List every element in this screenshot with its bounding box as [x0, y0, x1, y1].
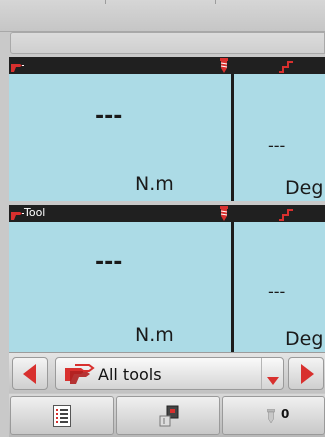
- angle-cell: --- Deg: [234, 74, 325, 201]
- angle-cell: --- Deg: [234, 222, 325, 352]
- chevron-down-icon: [267, 370, 279, 389]
- sub-bar: [10, 32, 325, 54]
- next-tool-button[interactable]: [288, 357, 324, 390]
- previous-tool-button[interactable]: [12, 357, 48, 390]
- top-bar-divider: [215, 0, 216, 4]
- top-bar: [0, 0, 325, 32]
- tool-dropdown-label: All tools: [98, 365, 162, 384]
- results-list-button[interactable]: [10, 396, 114, 435]
- tool-dropdown[interactable]: All tools: [55, 357, 284, 390]
- controller-icon: [159, 405, 179, 431]
- tool-panel-2[interactable]: Tool --- N.m --- Deg: [9, 205, 325, 352]
- torque-value: ---: [95, 250, 123, 275]
- torque-value: ---: [95, 104, 123, 129]
- bottom-toolbar: 0: [9, 394, 325, 437]
- angle-value: ---: [268, 136, 286, 155]
- panel-header: [9, 57, 325, 74]
- screw-count: 0: [281, 407, 290, 421]
- angle-value: ---: [268, 282, 286, 301]
- screw-icon: [267, 408, 275, 427]
- torque-unit: N.m: [135, 324, 174, 346]
- tool-label: Tool: [24, 206, 46, 219]
- right-arrow-icon: [300, 364, 314, 388]
- torque-cell: --- N.m: [9, 74, 231, 201]
- angle-unit: Deg: [285, 177, 324, 199]
- controller-button[interactable]: [116, 396, 220, 435]
- torque-unit: N.m: [135, 173, 174, 195]
- list-icon: [53, 405, 71, 431]
- tool-selector-row: All tools: [9, 352, 325, 393]
- tools-icon: [63, 363, 95, 389]
- angle-unit: Deg: [285, 328, 324, 350]
- dropdown-caret[interactable]: [261, 358, 283, 389]
- screw-count-button[interactable]: [222, 396, 325, 435]
- left-arrow-icon: [23, 364, 37, 388]
- top-bar-divider: [105, 0, 106, 4]
- panel-header: Tool: [9, 205, 325, 222]
- torque-cell: --- N.m: [9, 222, 231, 352]
- tool-panel-1[interactable]: --- N.m --- Deg: [9, 57, 325, 201]
